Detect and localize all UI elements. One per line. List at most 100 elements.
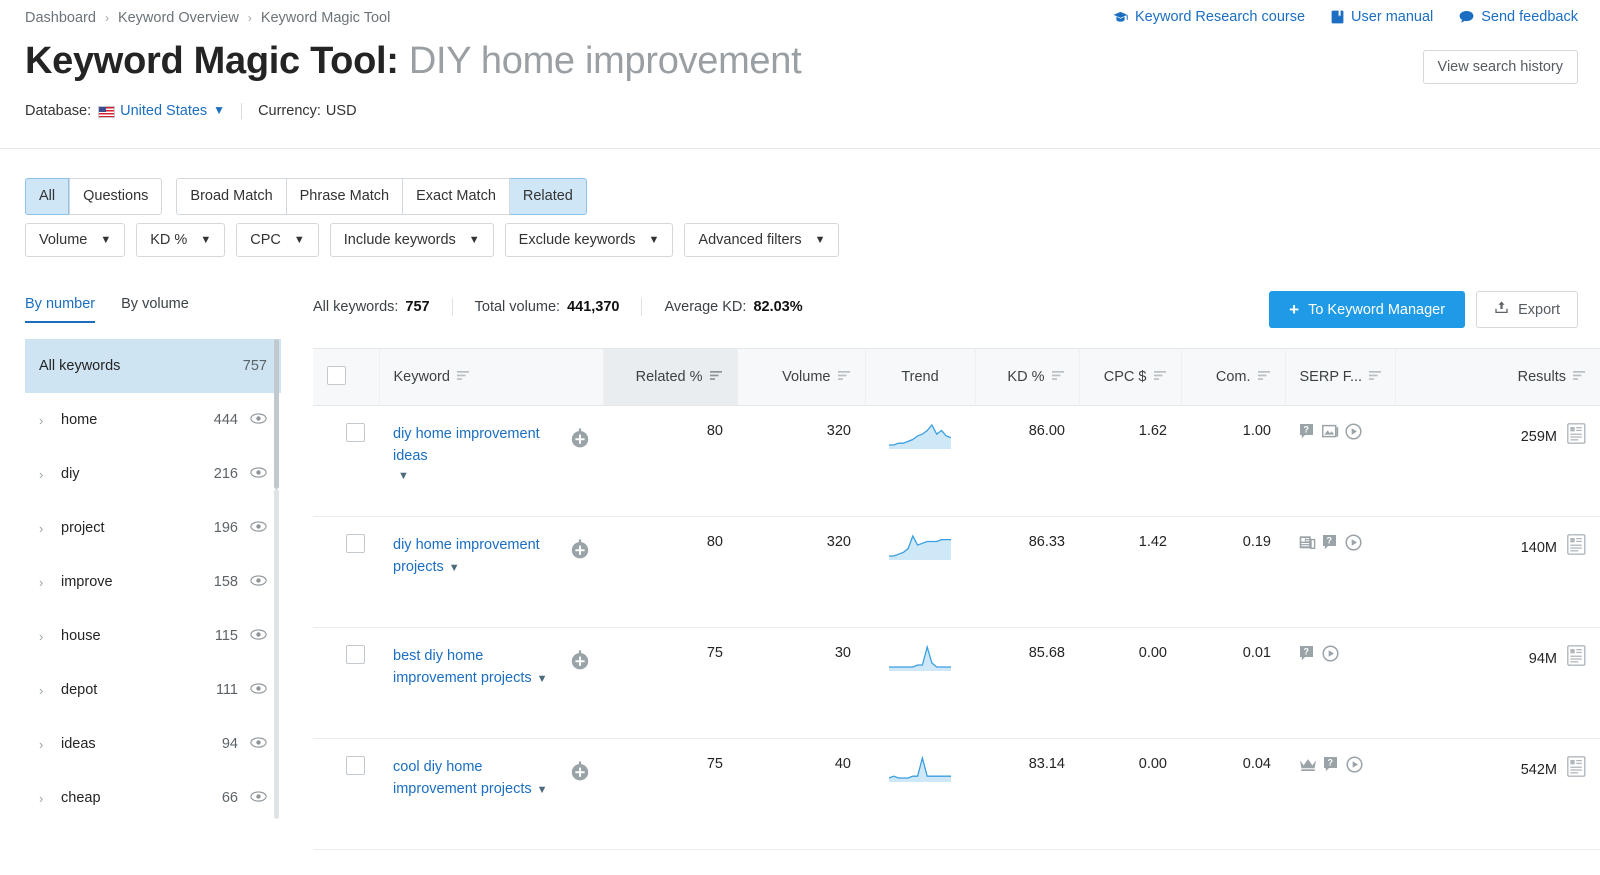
- chevron-right-icon[interactable]: ›: [39, 413, 61, 428]
- eye-icon[interactable]: [250, 520, 267, 536]
- keyword-expand-caret-icon[interactable]: ▼: [398, 470, 409, 482]
- sort-icon[interactable]: [1369, 369, 1382, 385]
- table-row[interactable]: diy home improvement ideas ▼ 80 320 86.00 1.6…: [313, 405, 1600, 517]
- news-icon[interactable]: [1299, 535, 1316, 554]
- row-checkbox[interactable]: [346, 423, 365, 442]
- header-select-all[interactable]: [313, 348, 380, 406]
- header-competition[interactable]: Com.: [1181, 348, 1286, 406]
- filter-exact-match-button[interactable]: Exact Match: [403, 178, 510, 216]
- view-serp-icon[interactable]: [1567, 645, 1586, 667]
- filter-questions-button[interactable]: Questions: [69, 178, 163, 216]
- user-manual-link[interactable]: User manual: [1331, 9, 1433, 25]
- chevron-right-icon[interactable]: ›: [39, 629, 61, 644]
- filter-include-keywords-dropdown[interactable]: Include keywords ▼: [329, 223, 494, 257]
- row-checkbox[interactable]: [346, 756, 365, 775]
- row-select-cell[interactable]: [313, 627, 379, 739]
- group-item-house[interactable]: › house 115: [25, 609, 281, 663]
- header-keyword[interactable]: Keyword: [379, 348, 604, 406]
- filter-volume-dropdown[interactable]: Volume ▼: [25, 223, 126, 257]
- group-item-cheap[interactable]: › cheap 66: [25, 771, 281, 825]
- sort-icon[interactable]: [837, 369, 851, 385]
- group-item-project[interactable]: › project 196: [25, 501, 281, 555]
- header-cpc[interactable]: CPC $: [1079, 348, 1182, 406]
- keyword-expand-caret-icon[interactable]: ▼: [537, 673, 548, 685]
- header-kd[interactable]: KD %: [975, 348, 1080, 406]
- view-search-history-button[interactable]: View search history: [1422, 50, 1578, 84]
- database-value[interactable]: United States: [120, 103, 207, 119]
- filter-related-button[interactable]: Related: [509, 178, 587, 216]
- add-to-keyword-manager-icon[interactable]: [569, 425, 591, 449]
- row-checkbox[interactable]: [346, 645, 365, 664]
- group-item-all-keywords[interactable]: All keywords 757: [25, 339, 281, 393]
- filter-advanced-dropdown[interactable]: Advanced filters ▼: [684, 223, 840, 257]
- view-serp-icon[interactable]: [1567, 423, 1586, 445]
- keyword-group-list[interactable]: All keywords 757 › home 444 › diy 216 › …: [25, 339, 281, 859]
- export-button[interactable]: Export: [1476, 291, 1578, 328]
- sort-icon[interactable]: [1153, 369, 1167, 385]
- row-checkbox[interactable]: [346, 534, 365, 553]
- eye-icon[interactable]: [250, 736, 267, 752]
- eye-icon[interactable]: [250, 574, 267, 590]
- sort-icon[interactable]: [1573, 369, 1586, 385]
- group-item-diy[interactable]: › diy 216: [25, 447, 281, 501]
- sort-icon[interactable]: [709, 369, 723, 385]
- group-item-home[interactable]: › home 444: [25, 393, 281, 447]
- table-row[interactable]: cool diy home improvement projects ▼ 75 40 8…: [313, 738, 1600, 850]
- row-select-cell[interactable]: [313, 405, 379, 517]
- chevron-right-icon[interactable]: ›: [39, 683, 61, 698]
- chevron-right-icon[interactable]: ›: [39, 737, 61, 752]
- view-serp-icon[interactable]: [1567, 756, 1586, 778]
- sort-icon[interactable]: [1257, 369, 1271, 385]
- keyword-link[interactable]: best diy home improvement projects: [393, 648, 532, 686]
- chevron-down-icon[interactable]: ▼: [213, 103, 225, 117]
- scrollbar-track-lower[interactable]: [274, 489, 279, 819]
- header-related-percent[interactable]: Related %: [603, 348, 738, 406]
- group-item-ideas[interactable]: › ideas 94: [25, 717, 281, 771]
- tab-by-volume[interactable]: By volume: [121, 296, 189, 323]
- filter-cpc-dropdown[interactable]: CPC ▼: [236, 223, 319, 257]
- eye-icon[interactable]: [250, 790, 267, 806]
- keyword-link[interactable]: diy home improvement projects: [393, 537, 540, 575]
- group-list-scrollbar[interactable]: [274, 339, 279, 859]
- group-item-depot[interactable]: › depot 111: [25, 663, 281, 717]
- header-volume[interactable]: Volume: [737, 348, 866, 406]
- breadcrumb-item-keyword-overview[interactable]: Keyword Overview: [118, 10, 239, 26]
- faq-icon[interactable]: ?: [1323, 756, 1340, 777]
- group-item-improve[interactable]: › improve 158: [25, 555, 281, 609]
- add-to-keyword-manager-icon[interactable]: [569, 536, 591, 560]
- add-to-keyword-manager-icon[interactable]: [569, 647, 591, 671]
- faq-icon[interactable]: ?: [1322, 534, 1339, 555]
- video-icon[interactable]: [1345, 423, 1362, 444]
- eye-icon[interactable]: [250, 682, 267, 698]
- table-row[interactable]: best diy home improvement projects ▼ 75 30 8…: [313, 627, 1600, 739]
- to-keyword-manager-button[interactable]: + To Keyword Manager: [1269, 291, 1466, 328]
- scrollbar-thumb[interactable]: [274, 339, 279, 489]
- crown-icon[interactable]: [1299, 757, 1317, 776]
- video-icon[interactable]: [1345, 534, 1362, 555]
- sort-icon[interactable]: [1051, 369, 1065, 385]
- image-pack-icon[interactable]: [1321, 424, 1339, 443]
- keyword-expand-caret-icon[interactable]: ▼: [537, 784, 548, 796]
- tab-by-number[interactable]: By number: [25, 296, 96, 323]
- header-results[interactable]: Results: [1395, 348, 1600, 406]
- eye-icon[interactable]: [250, 628, 267, 644]
- chevron-right-icon[interactable]: ›: [39, 521, 61, 536]
- video-icon[interactable]: [1322, 645, 1339, 666]
- faq-icon[interactable]: ?: [1299, 423, 1316, 444]
- select-all-checkbox[interactable]: [327, 365, 346, 385]
- video-icon[interactable]: [1346, 756, 1363, 777]
- breadcrumb-item-dashboard[interactable]: Dashboard: [25, 10, 96, 26]
- keyword-expand-caret-icon[interactable]: ▼: [449, 562, 460, 574]
- chevron-right-icon[interactable]: ›: [39, 575, 61, 590]
- chevron-right-icon[interactable]: ›: [39, 791, 61, 806]
- filter-broad-match-button[interactable]: Broad Match: [176, 178, 287, 216]
- keyword-link[interactable]: cool diy home improvement projects: [393, 759, 532, 797]
- eye-icon[interactable]: [250, 466, 267, 482]
- filter-all-button[interactable]: All: [25, 178, 70, 216]
- filter-exclude-keywords-dropdown[interactable]: Exclude keywords ▼: [504, 223, 674, 257]
- add-to-keyword-manager-icon[interactable]: [569, 758, 591, 782]
- send-feedback-link[interactable]: Send feedback: [1459, 9, 1578, 25]
- row-select-cell[interactable]: [313, 738, 379, 850]
- sort-icon[interactable]: [456, 369, 470, 385]
- breadcrumb-item-keyword-magic-tool[interactable]: Keyword Magic Tool: [261, 10, 391, 26]
